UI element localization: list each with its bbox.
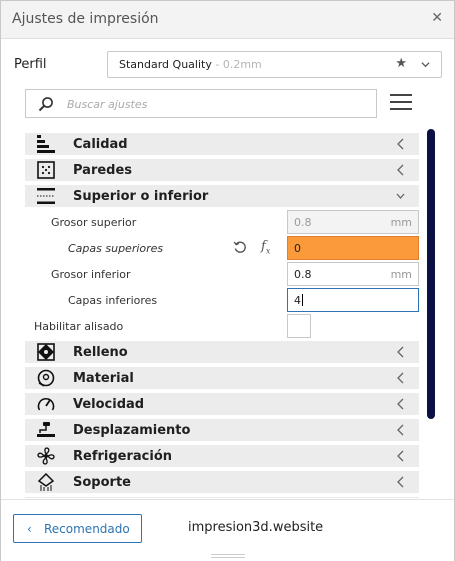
category-velocidad[interactable]: Velocidad — [25, 393, 419, 415]
chevron-left-icon — [397, 450, 404, 462]
category-material[interactable]: Material — [25, 367, 419, 389]
chevron-left-icon — [397, 164, 404, 176]
category-label: Refrigeración — [73, 449, 173, 464]
search-placeholder: Buscar ajustes — [67, 98, 148, 111]
field-value: 0 — [294, 242, 301, 255]
category-label: Paredes — [73, 163, 133, 178]
recommended-button[interactable]: ‹ Recomendado — [13, 514, 142, 543]
star-icon[interactable]: ★ — [395, 56, 407, 71]
category-label: Material — [73, 371, 134, 386]
profile-label: Perfil — [14, 57, 47, 72]
field-value: 0.8 — [294, 268, 312, 281]
category-paredes[interactable]: Paredes — [25, 159, 419, 181]
grosor-inferior-field[interactable]: 0.8 mm — [287, 262, 419, 286]
reset-icon[interactable] — [233, 240, 247, 254]
infill-icon — [37, 343, 55, 361]
category-relleno[interactable]: Relleno — [25, 341, 419, 363]
category-label: Soporte — [73, 475, 131, 490]
setting-label: Capas superiores — [68, 242, 164, 255]
settings-scrollbar[interactable] — [427, 129, 435, 419]
cooling-icon — [37, 447, 55, 465]
field-value: 4 — [294, 294, 303, 307]
window-title: Ajustes de impresión — [12, 11, 159, 27]
setting-capas-inferiores: Capas inferiores 4 — [25, 288, 419, 312]
setting-habilitar-alisado: Habilitar alisado — [25, 314, 419, 338]
close-icon[interactable]: ✕ — [431, 10, 443, 26]
category-partial[interactable] — [25, 497, 419, 498]
chevron-left-icon — [397, 138, 404, 150]
setting-label: Capas inferiores — [68, 294, 158, 307]
title-bar: Ajustes de impresión ✕ — [1, 1, 454, 39]
settings-list: Calidad Paredes Superior o inferior Gros — [25, 131, 419, 498]
print-settings-panel: Ajustes de impresión ✕ Perfil Standard Q… — [0, 0, 455, 561]
speed-icon — [37, 397, 55, 411]
setting-grosor-inferior: Grosor inferior 0.8 mm — [25, 262, 419, 286]
setting-label: Grosor superior — [51, 216, 137, 229]
capas-superiores-field[interactable]: 0 — [287, 236, 419, 260]
search-icon — [38, 97, 53, 112]
travel-icon — [37, 422, 55, 437]
category-refrigeracion[interactable]: Refrigeración — [25, 445, 419, 467]
field-unit: mm — [390, 216, 412, 229]
support-icon — [37, 473, 55, 491]
chevron-left-icon — [397, 372, 404, 384]
search-input[interactable]: Buscar ajustes — [25, 89, 377, 118]
top-bottom-icon — [37, 188, 55, 204]
chevron-left-icon — [397, 476, 404, 488]
chevron-left-icon — [397, 424, 404, 436]
chevron-left-icon — [397, 346, 404, 358]
habilitar-alisado-checkbox[interactable] — [287, 314, 311, 338]
category-desplazamiento[interactable]: Desplazamiento — [25, 419, 419, 441]
category-calidad[interactable]: Calidad — [25, 133, 419, 155]
category-soporte[interactable]: Soporte — [25, 471, 419, 493]
category-label: Superior o inferior — [73, 189, 209, 204]
profile-quality: - 0.2mm — [211, 58, 262, 71]
setting-label: Grosor inferior — [51, 268, 131, 281]
material-icon — [37, 369, 55, 387]
chevron-left-icon — [397, 398, 404, 410]
recommended-label: Recomendado — [44, 522, 130, 536]
chevron-left-icon: ‹ — [27, 522, 32, 536]
setting-capas-superiores: Capas superiores fx 0 — [25, 236, 419, 260]
capas-inferiores-field[interactable]: 4 — [287, 288, 419, 312]
chevron-down-icon — [396, 193, 405, 199]
resize-grip[interactable] — [211, 554, 245, 558]
settings-menu-icon[interactable] — [390, 94, 412, 114]
walls-icon — [37, 161, 55, 179]
field-value: 0.8 — [294, 216, 312, 229]
footer: ‹ Recomendado impresion3d.website — [1, 499, 454, 561]
chevron-down-icon — [421, 62, 430, 68]
watermark-text: impresion3d.website — [188, 520, 324, 535]
function-icon[interactable]: fx — [261, 239, 270, 256]
profile-dropdown[interactable]: Standard Quality - 0.2mm ★ — [107, 51, 442, 78]
category-label: Relleno — [73, 345, 128, 360]
field-unit: mm — [390, 268, 412, 281]
category-label: Calidad — [73, 137, 128, 152]
grosor-superior-field[interactable]: 0.8 mm — [287, 210, 419, 234]
quality-icon — [37, 135, 55, 153]
setting-grosor-superior: Grosor superior 0.8 mm — [25, 210, 419, 234]
setting-label: Habilitar alisado — [34, 320, 124, 333]
category-label: Desplazamiento — [73, 423, 191, 438]
category-label: Velocidad — [73, 397, 145, 412]
category-superior-o-inferior[interactable]: Superior o inferior — [25, 185, 419, 207]
profile-name: Standard Quality - 0.2mm — [119, 58, 262, 71]
